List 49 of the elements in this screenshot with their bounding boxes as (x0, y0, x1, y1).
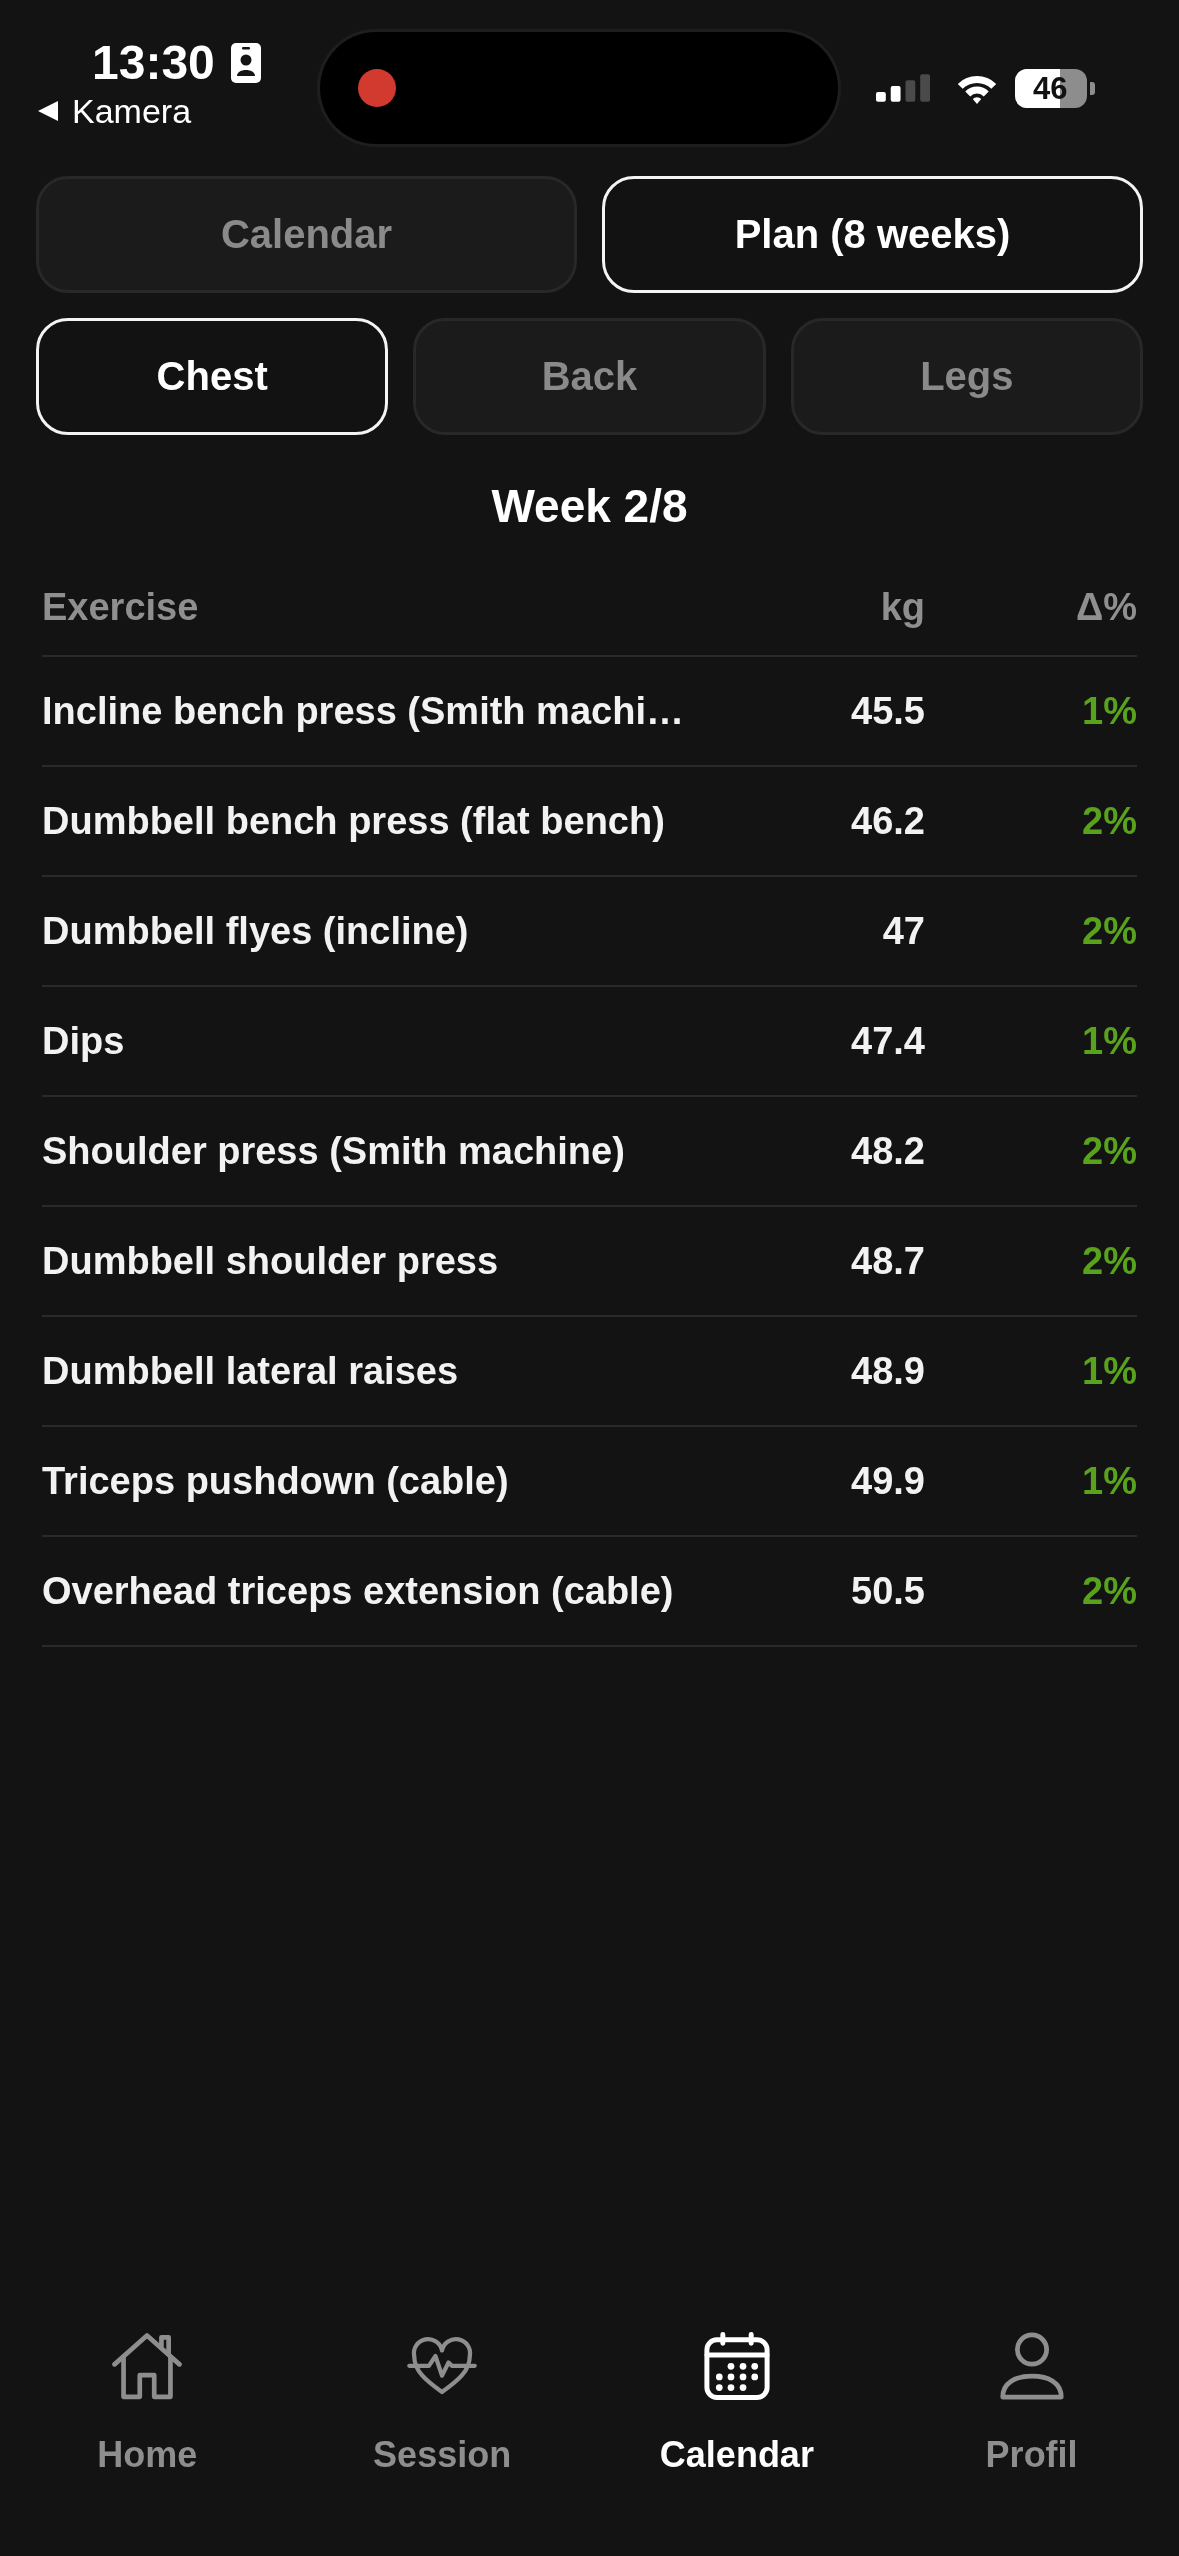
change-percent: 1% (1082, 689, 1137, 734)
muscle-group-tab[interactable]: Back (413, 318, 766, 435)
change-percent: 2% (1082, 1239, 1137, 1284)
column-header: kg (880, 585, 925, 630)
change-percent: 1% (1082, 1019, 1137, 1064)
muscle-group-tab[interactable]: Legs (790, 318, 1143, 435)
weight-value: 50.5 (851, 1569, 925, 1614)
nav-tab[interactable]: Calendar (659, 2332, 814, 2476)
exercise-name: Dumbbell bench press (flat bench) (42, 799, 665, 844)
column-header: Δ% (1075, 585, 1137, 630)
exercise-name: Dumbbell lateral raises (42, 1349, 459, 1394)
signal-icon (876, 74, 931, 102)
weight-value: 47.4 (851, 1019, 925, 1064)
status-time: 13:30 (92, 38, 215, 88)
back-arrow-icon (38, 101, 58, 121)
exercise-name: Triceps pushdown (cable) (42, 1459, 509, 1504)
back-link[interactable]: Kamera (38, 92, 192, 130)
change-percent: 1% (1082, 1459, 1137, 1504)
change-percent: 2% (1082, 1129, 1137, 1174)
weight-value: 45.5 (851, 689, 925, 734)
change-percent: 2% (1082, 799, 1137, 844)
weight-value: 46.2 (851, 799, 925, 844)
exercise-name: Incline bench press (Smith machi… (42, 689, 684, 734)
battery-icon (1015, 68, 1095, 108)
exercise-name: Dips (42, 1019, 125, 1064)
battery-percentage: 46 (1033, 70, 1068, 106)
exercise-name: Overhead triceps extension (cable) (42, 1569, 674, 1614)
weight-value: 47 (882, 909, 925, 954)
weight-value: 48.7 (851, 1239, 925, 1284)
exercise-name: Shoulder press (Smith machine) (42, 1129, 625, 1174)
muscle-group-tab[interactable]: Chest (36, 318, 389, 435)
exercise-name: Dumbbell shoulder press (42, 1239, 499, 1284)
weight-value: 48.9 (851, 1349, 925, 1394)
change-percent: 1% (1082, 1349, 1137, 1394)
view-tab[interactable]: Plan (8 weeks) (602, 176, 1143, 293)
weight-value: 48.2 (851, 1129, 925, 1174)
change-percent: 2% (1082, 909, 1137, 954)
nav-tab[interactable]: Home (97, 2332, 198, 2476)
weight-value: 49.9 (851, 1459, 925, 1504)
change-percent: 2% (1082, 1569, 1137, 1614)
exercise-name: Dumbbell flyes (incline) (42, 909, 469, 954)
nav-tab[interactable]: Session (373, 2332, 512, 2476)
id-badge-icon (230, 43, 261, 83)
column-header: Exercise (42, 585, 199, 630)
view-tab[interactable]: Calendar (36, 176, 577, 293)
calendar-icon (701, 2332, 772, 2400)
nav-tab[interactable]: Profil (985, 2332, 1078, 2476)
week-title: Week 2/8 (491, 479, 688, 534)
home-icon (112, 2332, 183, 2400)
